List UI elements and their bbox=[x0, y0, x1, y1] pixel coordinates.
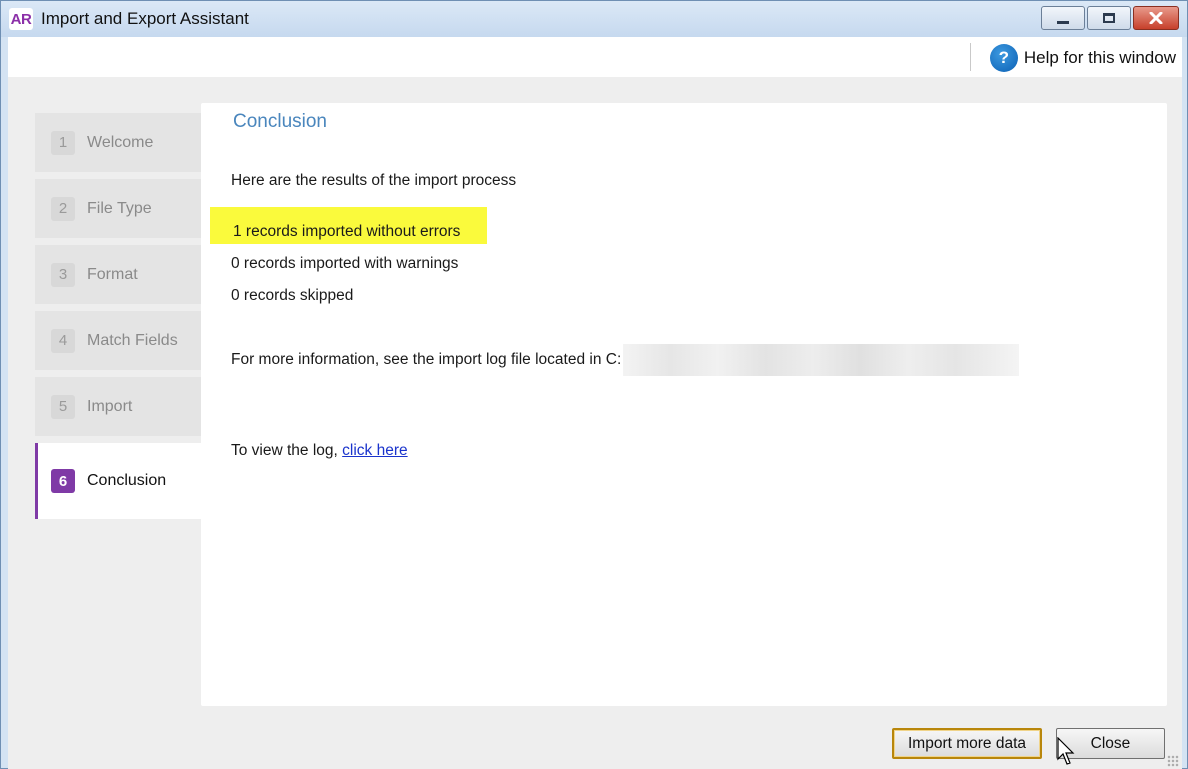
help-for-window-link[interactable]: ? Help for this window bbox=[989, 44, 1176, 72]
redacted-path bbox=[623, 344, 1020, 376]
conclusion-panel: Conclusion Here are the results of the i… bbox=[201, 103, 1167, 706]
results-intro: Here are the results of the import proce… bbox=[231, 172, 517, 189]
step-label: Import bbox=[87, 397, 133, 415]
step-number: 3 bbox=[51, 262, 75, 287]
log-location-text: For more information, see the import log… bbox=[231, 351, 622, 369]
imported-ok-count: 1 records imported without errors bbox=[233, 223, 461, 240]
view-log-link[interactable]: click here bbox=[342, 442, 407, 459]
step-format[interactable]: 3 Format bbox=[35, 245, 201, 304]
imported-warnings-count: 0 records imported with warnings bbox=[231, 255, 459, 272]
window-title: Import and Export Assistant bbox=[41, 9, 249, 28]
minimize-button[interactable] bbox=[1041, 6, 1085, 30]
skipped-count: 0 records skipped bbox=[231, 287, 354, 304]
minimize-icon bbox=[1057, 20, 1069, 24]
step-number: 6 bbox=[51, 469, 75, 493]
import-more-data-button[interactable]: Import more data bbox=[892, 728, 1042, 759]
app-logo: AR bbox=[9, 8, 33, 30]
step-number: 2 bbox=[51, 196, 75, 221]
title-bar: AR Import and Export Assistant bbox=[1, 1, 1187, 37]
page-title: Conclusion bbox=[233, 111, 327, 132]
step-label: Conclusion bbox=[87, 472, 167, 489]
close-icon bbox=[1149, 12, 1163, 24]
help-label: Help for this window bbox=[1023, 48, 1176, 67]
step-conclusion[interactable]: 6 Conclusion bbox=[35, 443, 205, 519]
mouse-cursor-icon bbox=[1057, 737, 1075, 765]
step-number: 1 bbox=[51, 130, 75, 155]
step-number: 4 bbox=[51, 328, 75, 353]
view-log-prefix: To view the log, bbox=[231, 442, 338, 459]
window-controls bbox=[1041, 6, 1179, 30]
step-label: Match Fields bbox=[87, 331, 178, 349]
resize-grip[interactable] bbox=[1167, 755, 1179, 767]
maximize-icon bbox=[1103, 13, 1115, 23]
help-bar: ? Help for this window bbox=[8, 37, 1182, 77]
maximize-button[interactable] bbox=[1087, 6, 1131, 30]
import-export-window: AR Import and Export Assistant ? Help fo… bbox=[0, 0, 1188, 769]
assistant-body: 1 Welcome 2 File Type 3 Format 4 Match F… bbox=[8, 77, 1182, 769]
close-window-button[interactable] bbox=[1133, 6, 1179, 30]
step-label: File Type bbox=[87, 199, 152, 217]
question-icon: ? bbox=[989, 44, 1018, 72]
help-separator bbox=[970, 43, 971, 71]
step-welcome[interactable]: 1 Welcome bbox=[35, 113, 201, 172]
step-list: 1 Welcome 2 File Type 3 Format 4 Match F… bbox=[35, 113, 205, 526]
log-location: For more information, see the import log… bbox=[231, 344, 1020, 376]
step-label: Format bbox=[87, 265, 138, 283]
step-import[interactable]: 5 Import bbox=[35, 377, 201, 436]
step-file-type[interactable]: 2 File Type bbox=[35, 179, 201, 238]
view-log-line: To view the log, click here bbox=[231, 442, 408, 460]
step-number: 5 bbox=[51, 394, 75, 419]
step-match-fields[interactable]: 4 Match Fields bbox=[35, 311, 201, 370]
step-label: Welcome bbox=[87, 133, 154, 151]
